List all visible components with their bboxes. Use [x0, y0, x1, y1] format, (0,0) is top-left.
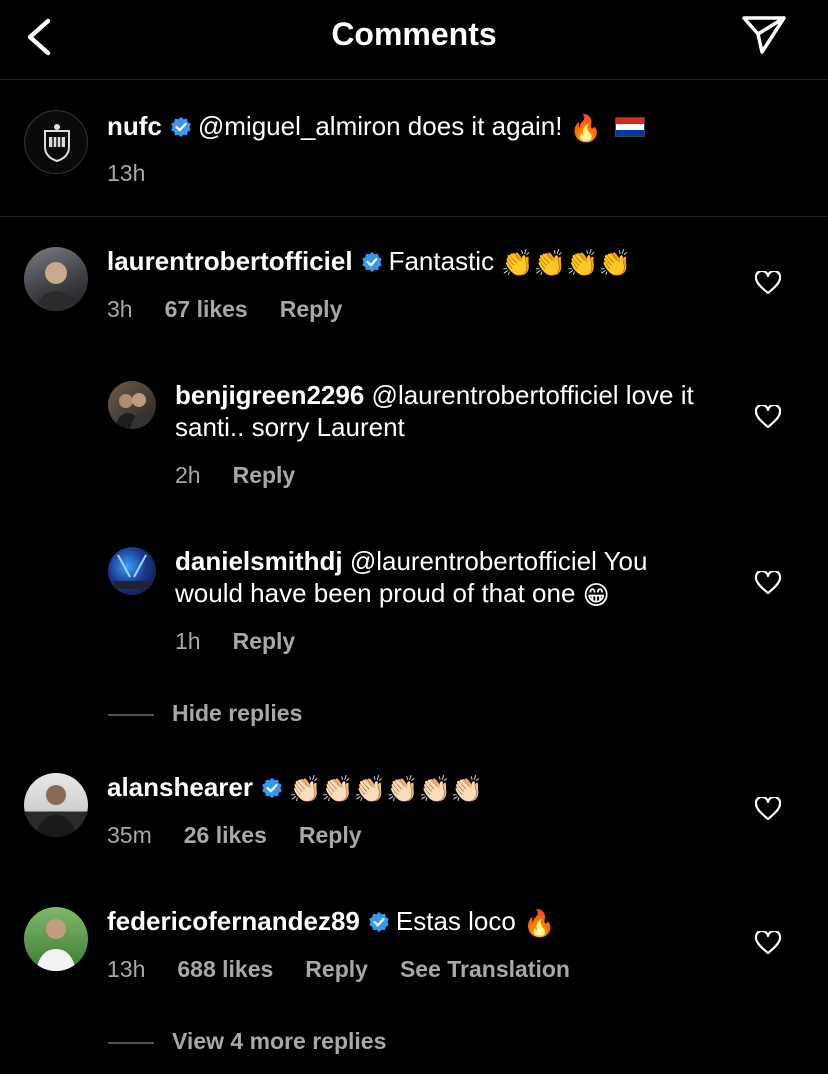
comment-time: 3h: [107, 296, 133, 322]
person-silhouette-icon: [36, 919, 76, 971]
reply-username[interactable]: danielsmithdj: [175, 546, 343, 576]
avatar[interactable]: [24, 907, 88, 971]
avatar[interactable]: [24, 773, 88, 837]
avatar[interactable]: [24, 247, 88, 311]
avatar[interactable]: [108, 381, 156, 429]
comment-text: Estas loco: [395, 906, 516, 936]
clap-emojis: 👏👏👏👏: [501, 248, 631, 278]
heart-icon[interactable]: [755, 797, 781, 821]
comment-username[interactable]: alanshearer: [107, 772, 253, 802]
verified-icon: [361, 252, 382, 272]
verified-icon: [369, 912, 389, 932]
comment-text: Fantastic: [388, 246, 495, 276]
person-silhouette-icon: [36, 785, 76, 837]
nufc-avatar[interactable]: [24, 110, 88, 174]
hide-replies-button[interactable]: Hide replies: [108, 700, 302, 727]
page-title: Comments: [331, 16, 497, 52]
divider: [108, 1041, 154, 1044]
likes-count[interactable]: 67 likes: [165, 296, 248, 322]
reply-time: 2h: [175, 462, 201, 488]
avatar[interactable]: [108, 547, 156, 595]
send-icon[interactable]: [740, 12, 788, 56]
reply-time: 1h: [175, 628, 201, 654]
hide-replies-label: Hide replies: [172, 700, 303, 726]
heart-icon[interactable]: [755, 931, 781, 955]
likes-count[interactable]: 688 likes: [177, 956, 273, 982]
grin-emoji: 😁: [582, 580, 610, 610]
reply-button[interactable]: Reply: [299, 822, 362, 848]
heart-icon[interactable]: [755, 405, 781, 429]
reply-button[interactable]: Reply: [280, 296, 343, 322]
verified-icon: [262, 778, 282, 798]
verified-icon: [171, 117, 191, 137]
caption: nufc @miguel_almiron does it again! 🔥 13h: [0, 80, 828, 217]
caption-username[interactable]: nufc: [107, 111, 162, 141]
fire-emoji: 🔥: [569, 113, 603, 143]
fire-emoji: 🔥: [523, 908, 556, 938]
header: Comments: [0, 0, 828, 80]
clap-emojis: 👏🏻👏🏻👏🏻👏🏻👏🏻👏🏻: [288, 774, 484, 804]
nufc-crest-icon: [26, 112, 87, 173]
person-silhouette-icon: [36, 262, 76, 311]
reply-button[interactable]: Reply: [233, 628, 296, 654]
stage-lights-icon: [114, 554, 150, 589]
comment-time: 13h: [107, 956, 146, 982]
paraguay-flag-icon: [615, 117, 646, 137]
see-translation-button[interactable]: See Translation: [400, 956, 570, 982]
comment-username[interactable]: laurentrobertofficiel: [107, 246, 353, 276]
heart-icon[interactable]: [755, 571, 781, 595]
heart-icon[interactable]: [755, 271, 781, 295]
reply-username[interactable]: benjigreen2296: [175, 380, 364, 410]
caption-time: 13h: [107, 160, 146, 186]
likes-count[interactable]: 26 likes: [184, 822, 267, 848]
comment-time: 35m: [107, 822, 152, 848]
view-more-replies-label: View 4 more replies: [172, 1028, 387, 1054]
caption-text: @miguel_almiron does it again!: [197, 111, 563, 141]
view-more-replies-button[interactable]: View 4 more replies: [108, 1028, 386, 1055]
comment-username[interactable]: federicofernandez89: [107, 906, 360, 936]
divider: [108, 713, 154, 716]
reply-button[interactable]: Reply: [233, 462, 296, 488]
person-silhouette-icon: [114, 393, 154, 429]
reply-button[interactable]: Reply: [305, 956, 368, 982]
